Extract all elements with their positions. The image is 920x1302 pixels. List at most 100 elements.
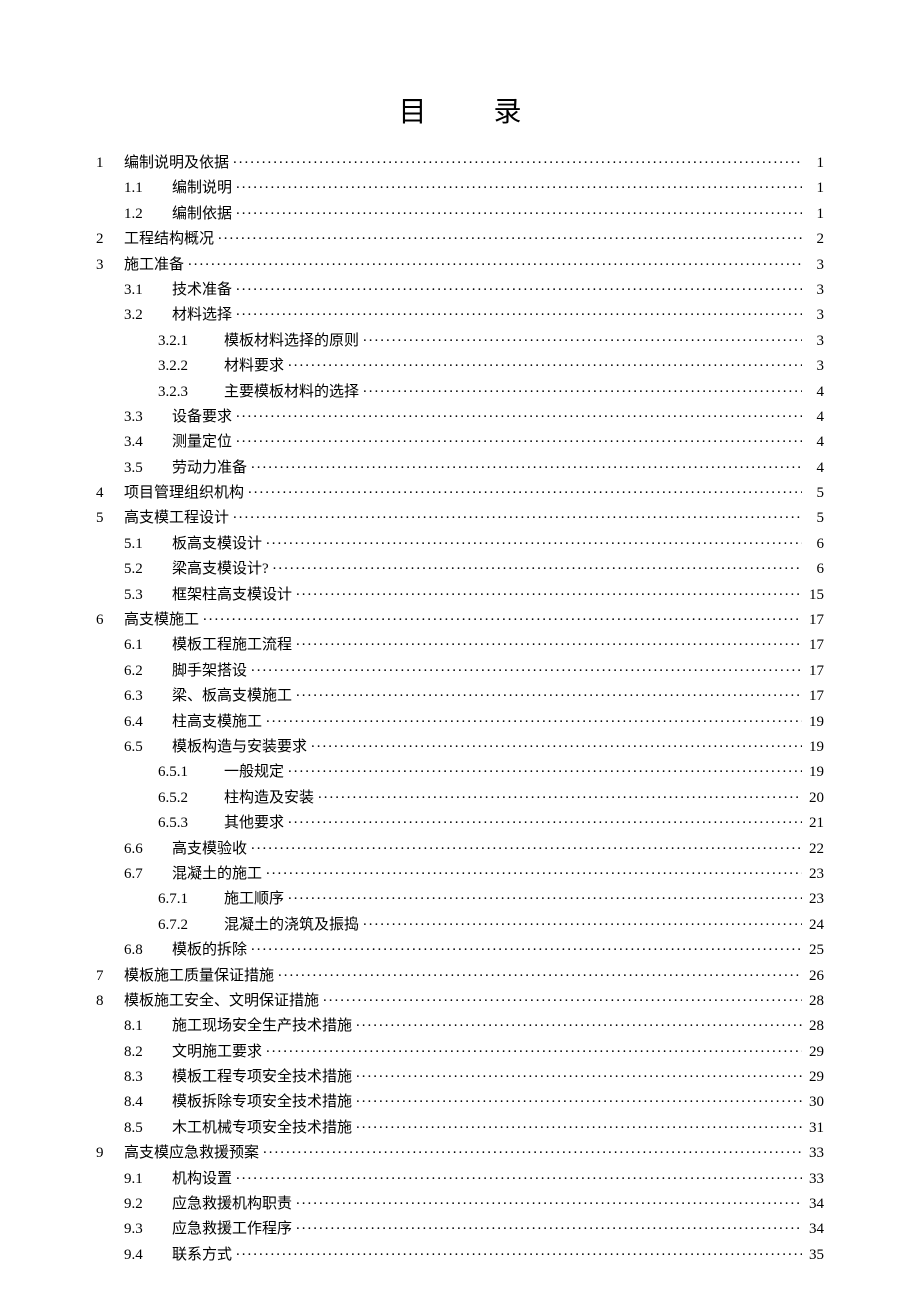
toc-page-number: 24 [804, 918, 824, 933]
toc-entry[interactable]: 6.5.3其他要求21 [96, 812, 824, 831]
toc-page-number: 29 [804, 1045, 824, 1060]
toc-page-number: 33 [804, 1172, 824, 1187]
toc-entry[interactable]: 9.3应急救援工作程序34 [96, 1218, 824, 1237]
toc-entry[interactable]: 4项目管理组织机构5 [96, 482, 824, 501]
toc-leader-dots [356, 1015, 802, 1030]
toc-entry[interactable]: 9.4联系方式35 [96, 1244, 824, 1263]
toc-page-number: 23 [804, 867, 824, 882]
toc-entry[interactable]: 3.2.1模板材料选择的原则3 [96, 330, 824, 349]
toc-entry[interactable]: 6.5.1一般规定19 [96, 761, 824, 780]
toc-entry[interactable]: 3.2.3主要模板材料的选择4 [96, 381, 824, 400]
toc-entry[interactable]: 9高支模应急救援预案33 [96, 1142, 824, 1161]
toc-entry[interactable]: 6.8模板的拆除25 [96, 939, 824, 958]
toc-chapter-number: 4 [96, 486, 124, 501]
toc-entry-label: 模板工程施工流程 [172, 638, 292, 653]
toc-page-number: 22 [804, 842, 824, 857]
toc-chapter-number: 8 [96, 994, 124, 1009]
toc-entry[interactable]: 8.3模板工程专项安全技术措施29 [96, 1066, 824, 1085]
toc-leader-dots [236, 177, 802, 192]
toc-page-number: 19 [804, 715, 824, 730]
toc-entry[interactable]: 3.1技术准备3 [96, 279, 824, 298]
toc-entry[interactable]: 6.4柱高支模施工19 [96, 711, 824, 730]
toc-entry[interactable]: 3施工准备3 [96, 254, 824, 273]
toc-page-number: 4 [804, 410, 824, 425]
toc-entry-label: 模板材料选择的原则 [224, 334, 359, 349]
toc-entry-label: 机构设置 [172, 1172, 232, 1187]
toc-leader-dots [356, 1066, 802, 1081]
toc-entry[interactable]: 8.2文明施工要求 29 [96, 1041, 824, 1060]
toc-entry[interactable]: 8.5木工机械专项安全技术措施31 [96, 1117, 824, 1136]
toc-page-number: 29 [804, 1070, 824, 1085]
toc-page-number: 34 [804, 1222, 824, 1237]
toc-entry[interactable]: 6.7混凝土的施工23 [96, 863, 824, 882]
toc-entry[interactable]: 6.1模板工程施工流程17 [96, 634, 824, 653]
toc-entry[interactable]: 9.2应急救援机构职责34 [96, 1193, 824, 1212]
toc-section-number: 5.3 [124, 588, 172, 603]
toc-entry[interactable]: 8模板施工安全、文明保证措施28 [96, 990, 824, 1009]
toc-entry[interactable]: 8.1施工现场安全生产技术措施28 [96, 1015, 824, 1034]
toc-entry-label: 一般规定 [224, 765, 284, 780]
toc-entry[interactable]: 5.1板高支模设计6 [96, 533, 824, 552]
toc-entry[interactable]: 6.7.1施工顺序23 [96, 888, 824, 907]
toc-entry-label: 柱高支模施工 [172, 715, 262, 730]
toc-entry[interactable]: 6.6高支模验收22 [96, 838, 824, 857]
toc-section-number: 6.8 [124, 943, 172, 958]
toc-entry-label: 高支模施工 [124, 613, 199, 628]
toc-entry[interactable]: 1.2编制依据1 [96, 203, 824, 222]
toc-entry-label: 混凝土的浇筑及振捣 [224, 918, 359, 933]
toc-entry[interactable]: 3.2材料选择3 [96, 304, 824, 323]
toc-entry-label: 柱构造及安装 [224, 791, 314, 806]
toc-section-number: 6.5.2 [158, 791, 224, 806]
toc-section-number: 5.1 [124, 537, 172, 552]
toc-entry[interactable]: 8.4模板拆除专项安全技术措施30 [96, 1091, 824, 1110]
toc-chapter-number: 3 [96, 258, 124, 273]
toc-leader-dots [296, 584, 802, 599]
toc-entry[interactable]: 3.4测量定位4 [96, 431, 824, 450]
toc-section-number: 6.2 [124, 664, 172, 679]
toc-page-number: 15 [804, 588, 824, 603]
toc-section-number: 8.3 [124, 1070, 172, 1085]
toc-entry[interactable]: 3.3设备要求4 [96, 406, 824, 425]
toc-entry[interactable]: 7模板施工质量保证措施26 [96, 965, 824, 984]
toc-entry-label: 编制依据 [172, 207, 232, 222]
toc-entry[interactable]: 1编制说明及依据1 [96, 152, 824, 171]
toc-leader-dots [251, 939, 802, 954]
toc-entry[interactable]: 5.2梁高支模设计?6 [96, 558, 824, 577]
toc-section-number: 6.5.1 [158, 765, 224, 780]
toc-leader-dots [236, 406, 802, 421]
toc-entry[interactable]: 6高支模施工17 [96, 609, 824, 628]
toc-entry[interactable]: 2工程结构概况2 [96, 228, 824, 247]
toc-entry[interactable]: 5.3框架柱高支模设计15 [96, 584, 824, 603]
toc-page-number: 31 [804, 1121, 824, 1136]
toc-entry[interactable]: 6.3梁、板高支模施工17 [96, 685, 824, 704]
toc-entry-label: 文明施工要求 [172, 1045, 262, 1060]
toc-leader-dots [288, 888, 802, 903]
toc-page-number: 3 [804, 283, 824, 298]
toc-entry-label: 测量定位 [172, 435, 232, 450]
toc-section-number: 1.1 [124, 181, 172, 196]
toc-entry-label: 设备要求 [172, 410, 232, 425]
toc-entry[interactable]: 6.7.2混凝土的浇筑及振捣24 [96, 914, 824, 933]
toc-leader-dots [251, 838, 802, 853]
toc-leader-dots [218, 228, 802, 243]
toc-page-number: 5 [804, 486, 824, 501]
toc-entry[interactable]: 6.2脚手架搭设17 [96, 660, 824, 679]
toc-entry-label: 应急救援机构职责 [172, 1197, 292, 1212]
toc-entry[interactable]: 9.1机构设置33 [96, 1168, 824, 1187]
toc-entry-label: 材料要求 [224, 359, 284, 374]
toc-page-number: 3 [804, 258, 824, 273]
toc-entry[interactable]: 1.1编制说明1 [96, 177, 824, 196]
toc-entry-label: 施工顺序 [224, 892, 284, 907]
toc-entry[interactable]: 5高支模工程设计5 [96, 507, 824, 526]
toc-entry[interactable]: 6.5模板构造与安装要求19 [96, 736, 824, 755]
toc-entry-label: 联系方式 [172, 1248, 232, 1263]
toc-section-number: 5.2 [124, 562, 172, 577]
toc-entry[interactable]: 3.2.2材料要求3 [96, 355, 824, 374]
toc-page-number: 20 [804, 791, 824, 806]
toc-entry[interactable]: 3.5劳动力准备4 [96, 457, 824, 476]
toc-section-number: 8.2 [124, 1045, 172, 1060]
toc-section-number: 6.5.3 [158, 816, 224, 831]
toc-entry-label: 模板的拆除 [172, 943, 247, 958]
toc-entry[interactable]: 6.5.2柱构造及安装 20 [96, 787, 824, 806]
toc-leader-dots [356, 1117, 802, 1132]
